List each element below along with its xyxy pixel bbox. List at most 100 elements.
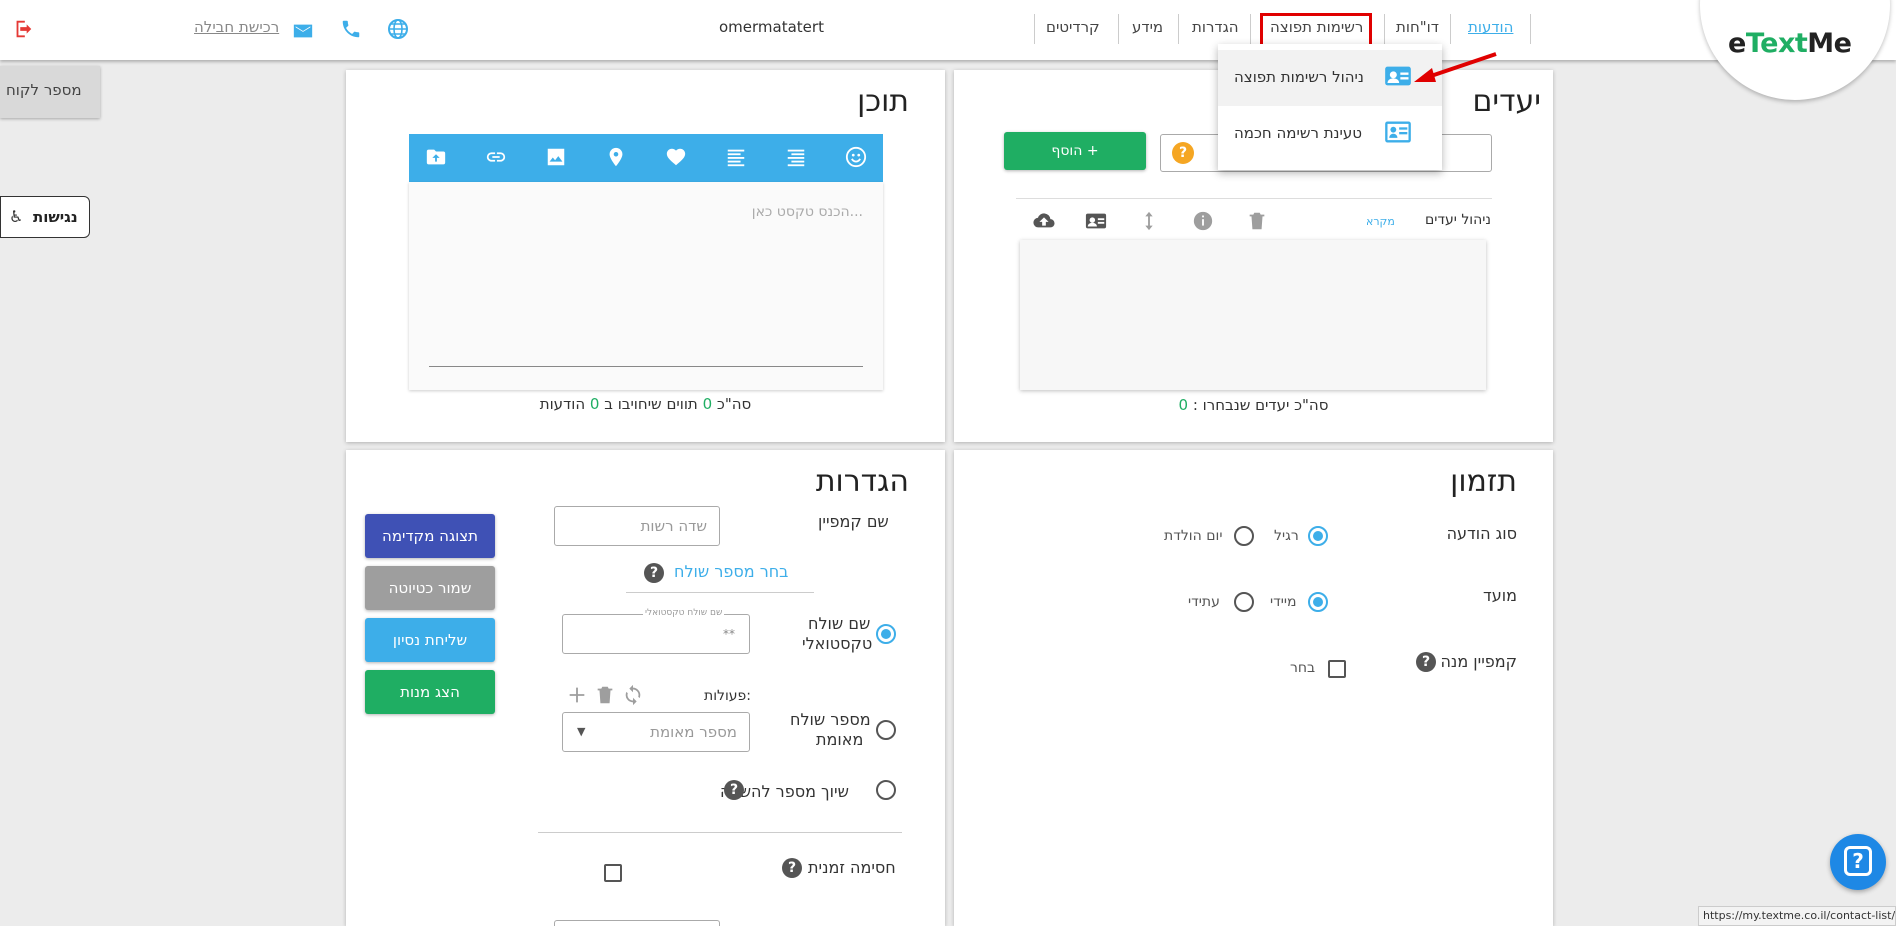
logout-icon[interactable] bbox=[12, 18, 34, 40]
save-draft-button[interactable]: שמור כטיוטה bbox=[365, 566, 495, 610]
align-left-icon[interactable] bbox=[723, 144, 749, 170]
test-label: שליחת נסיון bbox=[392, 631, 468, 649]
campaign-name-input[interactable]: שדה רשות bbox=[554, 506, 720, 546]
radio-immediate[interactable] bbox=[1308, 592, 1328, 612]
menu-item-label: ניהול רשימות תפוצה bbox=[1234, 68, 1364, 86]
choose-sender-link[interactable]: בחר מספר שולח bbox=[674, 562, 788, 581]
nav-reports[interactable]: דו"חות bbox=[1396, 18, 1439, 36]
future-label: עתידי bbox=[1188, 594, 1220, 610]
menu-item-smart-list[interactable]: טעינת רשימה חכמה bbox=[1218, 106, 1442, 162]
message-editor[interactable]: הכנס טקסט כאן... bbox=[409, 182, 883, 390]
temp-block-label: חסימה זמנית bbox=[808, 858, 896, 877]
nav-divider bbox=[1384, 14, 1385, 44]
show-packages-button[interactable]: הצג מנות bbox=[365, 670, 495, 714]
sort-icon[interactable] bbox=[1138, 210, 1160, 236]
radio-regular[interactable] bbox=[1308, 526, 1328, 546]
logo[interactable]: eTextMe bbox=[1728, 28, 1852, 59]
campaign-name-label: שם קמפיין bbox=[818, 512, 889, 531]
summary-chars: 0 bbox=[702, 395, 713, 413]
settings-card: הגדרות שם קמפיין שדה רשות בחר מספר שולח … bbox=[346, 450, 945, 926]
nav-divider bbox=[1118, 14, 1119, 44]
nav-credits[interactable]: קרדיטים bbox=[1046, 18, 1100, 36]
verified-number-select[interactable]: מספר מאומת ▼ bbox=[562, 712, 750, 752]
radio-verified-sender[interactable] bbox=[876, 720, 896, 740]
summary-mid: תווים שיחויבו ב bbox=[604, 395, 698, 413]
schedule-card: תזמון סוג הודעה רגיל יום הולדת מועד מייד… bbox=[954, 450, 1553, 926]
link-icon[interactable] bbox=[483, 144, 509, 170]
content-summary: סה"כ 0 תווים שיחויבו ב 0 הודעות bbox=[346, 395, 945, 413]
cloud-upload-icon[interactable] bbox=[1032, 210, 1056, 236]
content-card: תוכן הכנס טקסט כאן... סה"כ 0 תווים שיחוי… bbox=[346, 70, 945, 442]
help-icon[interactable]: ? bbox=[1416, 652, 1436, 672]
help-icon[interactable]: ? bbox=[782, 858, 802, 878]
summary-msgs: 0 bbox=[589, 395, 600, 413]
send-test-button[interactable]: שליחת נסיון bbox=[365, 618, 495, 662]
menu-item-manage-lists[interactable]: ניהול רשימות תפוצה bbox=[1218, 50, 1442, 106]
image-icon[interactable] bbox=[543, 144, 569, 170]
delete-icon[interactable] bbox=[594, 684, 616, 710]
textual-sender-input[interactable]: שם שולח טקסטואלי ** bbox=[562, 608, 750, 654]
manage-recipients-label: ניהול יעדים bbox=[1424, 212, 1491, 228]
nav-info[interactable]: מידע bbox=[1132, 18, 1163, 36]
status-url-text: https://my.textme.co.il/contact-list/r bbox=[1703, 909, 1896, 922]
radio-reply-number[interactable] bbox=[876, 780, 896, 800]
preview-button[interactable]: תצוגה מקדימה bbox=[365, 514, 495, 558]
help-icon[interactable]: ? bbox=[644, 563, 664, 583]
bottom-input-edge[interactable] bbox=[554, 920, 720, 926]
legend-link[interactable]: מקרא bbox=[1366, 215, 1395, 228]
purchase-link[interactable]: רכישת חבילה bbox=[194, 18, 279, 36]
subscription-checkbox[interactable] bbox=[1328, 660, 1346, 678]
campaign-name-placeholder: שדה רשות bbox=[640, 517, 707, 535]
radio-birthday[interactable] bbox=[1234, 526, 1254, 546]
upload-folder-icon[interactable] bbox=[423, 144, 449, 170]
nav-divider bbox=[1034, 14, 1035, 44]
verified-sender-label-2: מאומת bbox=[816, 730, 864, 749]
distribution-lists-dropdown: ניהול רשימות תפוצה טעינת רשימה חכמה bbox=[1218, 44, 1442, 170]
logo-mark-icon: e bbox=[1728, 28, 1746, 59]
nav-settings[interactable]: הגדרות bbox=[1192, 18, 1239, 36]
accessibility-button[interactable]: ♿ נגישות bbox=[0, 196, 90, 238]
nav-divider bbox=[1178, 14, 1179, 44]
help-icon[interactable]: ? bbox=[724, 780, 744, 800]
id-card-icon bbox=[1384, 118, 1412, 146]
recipients-list-area[interactable] bbox=[1020, 240, 1486, 390]
timing-label: מועד bbox=[1483, 586, 1517, 605]
delete-icon[interactable] bbox=[1246, 210, 1268, 236]
contact-card-icon[interactable] bbox=[1084, 210, 1108, 236]
editor-placeholder: הכנס טקסט כאן... bbox=[751, 204, 863, 220]
mail-icon[interactable] bbox=[292, 20, 314, 46]
question-icon: ? bbox=[1844, 846, 1872, 876]
temp-block-checkbox[interactable] bbox=[604, 864, 622, 882]
info-icon[interactable] bbox=[1192, 210, 1214, 236]
nav-distribution-lists[interactable]: רשימות תפוצה bbox=[1270, 18, 1363, 36]
refresh-icon[interactable] bbox=[622, 684, 644, 710]
radio-textual-sender[interactable] bbox=[876, 624, 896, 644]
nav-messages[interactable]: הודעות bbox=[1468, 18, 1513, 36]
textual-sender-label-2: טקסטואלי bbox=[802, 634, 873, 653]
nav-divider bbox=[1250, 14, 1251, 44]
contact-card-icon bbox=[1384, 62, 1412, 90]
radio-future[interactable] bbox=[1234, 592, 1254, 612]
nav-divider bbox=[1530, 14, 1531, 44]
globe-icon[interactable] bbox=[386, 17, 410, 45]
add-icon[interactable] bbox=[566, 684, 588, 710]
message-type-label: סוג הודעה bbox=[1446, 524, 1517, 543]
customer-number-tab[interactable]: מספר לקוח bbox=[0, 66, 100, 118]
heart-icon[interactable] bbox=[663, 144, 689, 170]
location-icon[interactable] bbox=[603, 144, 629, 170]
emoji-icon[interactable] bbox=[843, 144, 869, 170]
accessibility-icon: ♿ bbox=[9, 207, 24, 226]
summary-prefix: סה"כ bbox=[716, 395, 752, 413]
add-recipient-button[interactable]: הוסף + bbox=[1004, 132, 1146, 170]
help-orange-icon[interactable]: ? bbox=[1172, 142, 1194, 164]
birthday-label: יום הולדת bbox=[1164, 528, 1223, 544]
status-url: https://my.textme.co.il/contact-list/r bbox=[1698, 906, 1896, 926]
caret-down-icon: ▼ bbox=[577, 725, 586, 738]
align-right-icon[interactable] bbox=[783, 144, 809, 170]
preview-label: תצוגה מקדימה bbox=[382, 527, 478, 545]
nav-divider bbox=[1450, 14, 1451, 44]
annotation-arrow bbox=[1414, 52, 1497, 82]
phone-icon[interactable] bbox=[340, 18, 362, 44]
actions-label: פעולות: bbox=[704, 688, 752, 704]
help-chat-button[interactable]: ? bbox=[1830, 834, 1886, 890]
